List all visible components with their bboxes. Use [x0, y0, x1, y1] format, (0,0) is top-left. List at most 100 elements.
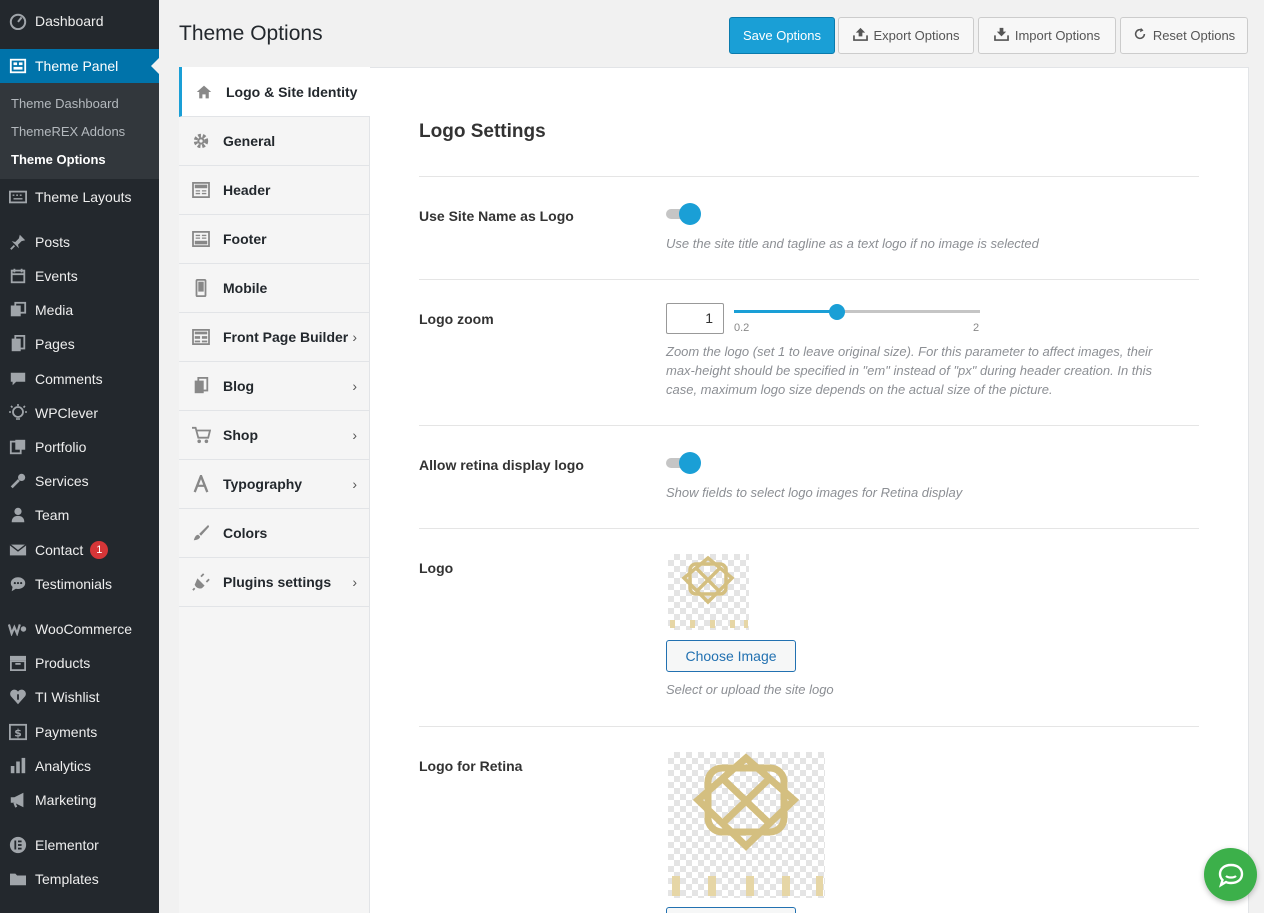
elementor-icon: [0, 836, 35, 854]
logo-emblem-icon: [670, 555, 748, 628]
menu-item-ti-wishlist[interactable]: TI Wishlist: [0, 680, 159, 714]
theme-panel-icon: [0, 57, 35, 75]
portfolio-icon: [0, 438, 35, 456]
contact-count-badge: 1: [90, 541, 109, 559]
menu-item-analytics[interactable]: Analytics: [0, 749, 159, 783]
mail-icon: [0, 543, 35, 557]
header-layout-icon: [179, 182, 223, 198]
chevron-right-icon: ›: [352, 378, 357, 394]
tab-footer[interactable]: Footer: [179, 215, 369, 264]
reset-options-button[interactable]: Reset Options: [1120, 17, 1248, 54]
logo-zoom-label: Logo zoom: [419, 311, 494, 327]
choose-retina-image-button[interactable]: [666, 907, 796, 913]
chat-widget-button[interactable]: [1204, 848, 1257, 901]
menu-label: Posts: [35, 234, 71, 250]
tab-label: Blog: [223, 378, 255, 394]
import-options-button[interactable]: Import Options: [978, 17, 1116, 54]
choose-image-button[interactable]: Choose Image: [666, 640, 796, 672]
divider: [419, 279, 1199, 280]
export-options-button[interactable]: Export Options: [838, 17, 974, 54]
menu-item-comments[interactable]: Comments: [0, 362, 159, 396]
menu-item-posts[interactable]: Posts: [0, 225, 159, 259]
menu-label: Products: [35, 655, 91, 671]
menu-item-elementor[interactable]: Elementor: [0, 828, 159, 862]
divider: [419, 176, 1199, 177]
menu-item-payments[interactable]: $ Payments: [0, 715, 159, 749]
submenu-themerex-addons[interactable]: ThemeREX Addons: [11, 124, 125, 139]
menu-item-theme-layouts[interactable]: Theme Layouts: [0, 180, 159, 214]
font-icon: [179, 475, 223, 493]
menu-label: Theme Panel: [35, 58, 119, 74]
retina-toggle[interactable]: [666, 452, 702, 474]
menu-item-dashboard[interactable]: Dashboard: [0, 4, 159, 38]
mobile-icon: [179, 279, 223, 297]
page-title: Theme Options: [179, 22, 323, 45]
chat-icon: [0, 575, 35, 593]
logo-zoom-input[interactable]: 1: [666, 303, 724, 334]
menu-item-events[interactable]: Events: [0, 259, 159, 293]
menu-label: Marketing: [35, 792, 97, 808]
tab-general[interactable]: General: [179, 117, 369, 166]
chevron-right-icon: ›: [352, 427, 357, 443]
events-icon: [0, 267, 35, 285]
use-site-name-toggle[interactable]: [666, 203, 702, 225]
tab-label: Header: [223, 182, 271, 198]
grid-icon: [179, 329, 223, 345]
menu-item-marketing[interactable]: Marketing: [0, 783, 159, 817]
menu-item-media[interactable]: Media: [0, 293, 159, 327]
theme-panel-submenu: Theme Dashboard ThemeREX Addons Theme Op…: [0, 83, 159, 179]
menu-item-wpclever[interactable]: WPClever: [0, 396, 159, 430]
menu-label: WooCommerce: [35, 621, 132, 637]
chat-bubbles-icon: [1218, 863, 1243, 888]
chevron-right-icon: ›: [352, 476, 357, 492]
retina-description: Show fields to select logo images for Re…: [666, 485, 963, 500]
media-icon: [0, 301, 35, 319]
menu-item-templates[interactable]: Templates: [0, 862, 159, 896]
save-options-button[interactable]: Save Options: [729, 17, 835, 54]
upload-icon: [852, 27, 868, 44]
menu-item-theme-panel[interactable]: Theme Panel: [0, 49, 159, 83]
bulb-icon: [0, 403, 35, 423]
menu-item-contact[interactable]: Contact 1: [0, 533, 159, 567]
tab-plugins-settings[interactable]: Plugins settings ›: [179, 558, 369, 607]
comments-icon: [0, 370, 35, 388]
menu-label: Team: [35, 507, 70, 523]
save-options-label: Save Options: [742, 28, 822, 43]
menu-item-team[interactable]: Team: [0, 498, 159, 532]
description-line: max-height should be specified in "em" i…: [666, 363, 1153, 378]
menu-item-pages[interactable]: Pages: [0, 327, 159, 361]
slider-min-label: 0.2: [734, 322, 750, 334]
menu-label: Services: [35, 473, 89, 489]
tab-mobile[interactable]: Mobile: [179, 264, 369, 313]
brush-icon: [179, 524, 223, 542]
menu-item-services[interactable]: Services: [0, 464, 159, 498]
tab-colors[interactable]: Colors: [179, 509, 369, 558]
folder-icon: [0, 871, 35, 887]
tab-logo-site-identity[interactable]: Logo & Site Identity: [179, 67, 370, 117]
tab-header[interactable]: Header: [179, 166, 369, 215]
submenu-theme-options[interactable]: Theme Options: [11, 152, 106, 167]
submenu-theme-dashboard[interactable]: Theme Dashboard: [11, 96, 119, 111]
tab-blog[interactable]: Blog ›: [179, 362, 369, 411]
toggle-knob: [679, 452, 701, 474]
tab-shop[interactable]: Shop ›: [179, 411, 369, 460]
tab-typography[interactable]: Typography ›: [179, 460, 369, 509]
plugin-icon: [179, 573, 223, 591]
tab-front-page-builder[interactable]: Front Page Builder ›: [179, 313, 369, 362]
tab-label: Colors: [223, 525, 268, 541]
tab-label: Plugins settings: [223, 574, 332, 590]
wrench-icon: [0, 472, 35, 490]
toggle-knob: [679, 203, 701, 225]
tab-label: Shop: [223, 427, 258, 443]
logo-zoom-slider[interactable]: [734, 304, 980, 325]
menu-item-testimonials[interactable]: Testimonials: [0, 567, 159, 601]
menu-label: Analytics: [35, 758, 92, 774]
menu-item-portfolio[interactable]: Portfolio: [0, 430, 159, 464]
archive-icon: [0, 655, 35, 671]
menu-item-woocommerce[interactable]: WooCommerce: [0, 612, 159, 646]
use-site-name-label: Use Site Name as Logo: [419, 208, 574, 224]
chevron-right-icon: ›: [352, 574, 357, 590]
dollar-icon: $: [0, 723, 35, 741]
slider-handle[interactable]: [828, 304, 845, 320]
menu-item-products[interactable]: Products: [0, 646, 159, 680]
